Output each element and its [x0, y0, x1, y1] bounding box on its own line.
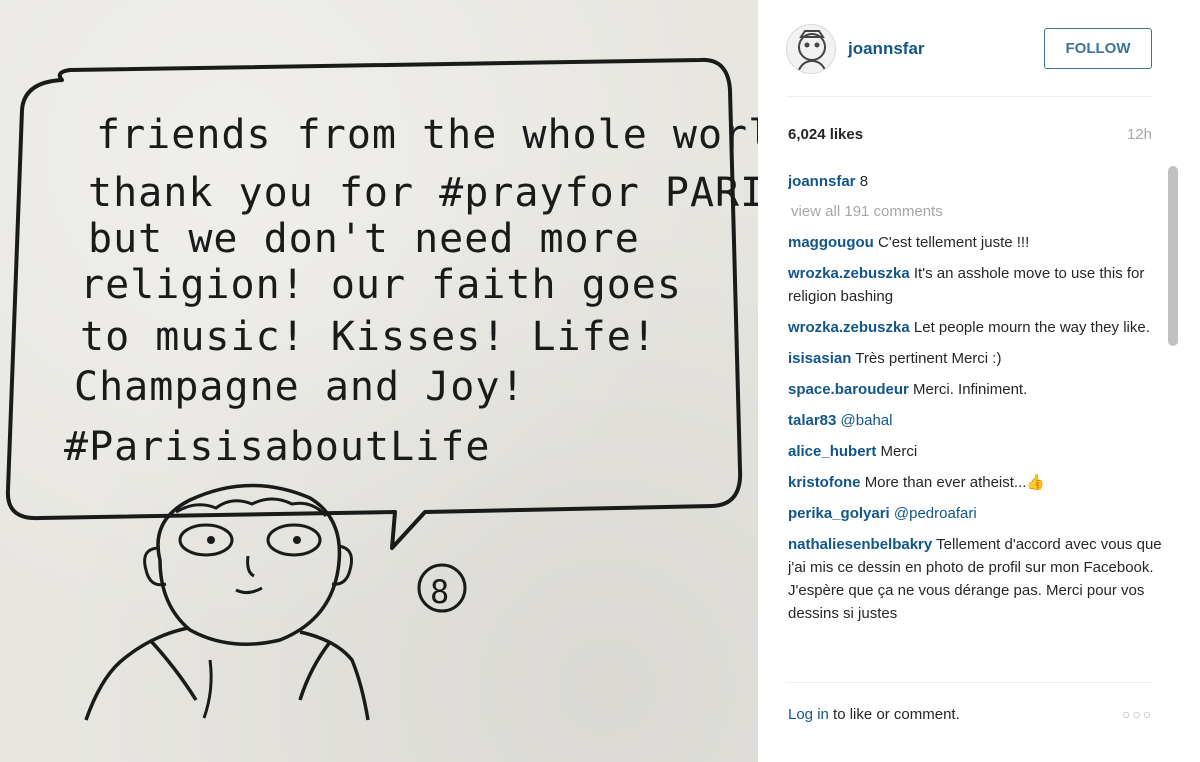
comment-item: nathaliesenbelbakry Tellement d'accord a…	[788, 533, 1164, 625]
comment-text[interactable]: @bahal	[841, 412, 893, 429]
character-eye-left	[178, 523, 234, 557]
hw-line-6: Champagne and Joy!	[74, 364, 525, 410]
login-link[interactable]: Log in	[788, 706, 829, 723]
hw-line-1: friends from the whole world,	[96, 112, 758, 158]
comment-item: talar83 @bahal	[788, 409, 1164, 432]
comment-item: isisasian Très pertinent Merci :)	[788, 347, 1164, 370]
avatar-icon[interactable]	[786, 24, 836, 74]
post-image[interactable]: friends from the whole world, thank you …	[0, 0, 758, 762]
comment-username[interactable]: wrozka.zebuszka	[788, 265, 910, 282]
post-header: joannsfar FOLLOW	[758, 0, 1200, 96]
post-side-panel: joannsfar FOLLOW 6,024 likes 12h joannsf…	[758, 0, 1200, 762]
comment-item: alice_hubert Merci	[788, 440, 1164, 463]
divider	[786, 682, 1152, 683]
comment-username[interactable]: kristofone	[788, 474, 861, 491]
comment-text: C'est tellement juste !!!	[878, 234, 1030, 251]
comment-item: wrozka.zebuszka Let people mourn the way…	[788, 316, 1164, 339]
comment-username[interactable]: space.baroudeur	[788, 381, 909, 398]
comments-scrollbar[interactable]	[1168, 166, 1178, 346]
hw-line-3: but we don't need more	[88, 216, 640, 262]
comment-username[interactable]: maggougou	[788, 234, 874, 251]
comment-text[interactable]: @pedroafari	[894, 505, 977, 522]
comment-username[interactable]: wrozka.zebuszka	[788, 319, 910, 336]
hw-line-5: to music! Kisses! Life!	[80, 314, 657, 360]
character-collar-right	[298, 640, 332, 701]
comment-text: Très pertinent Merci :)	[855, 350, 1002, 367]
character-mouth	[235, 586, 263, 595]
comment-item: perika_golyari @pedroafari	[788, 502, 1164, 525]
follow-button[interactable]: FOLLOW	[1044, 28, 1152, 69]
comment-username[interactable]: talar83	[788, 412, 836, 429]
caption: joannsfar 8	[788, 170, 1164, 193]
character-body-left	[84, 626, 189, 721]
comment-username[interactable]: alice_hubert	[788, 443, 876, 460]
view-all-comments-link[interactable]: view all 191 comments	[788, 200, 1164, 223]
login-prompt: Log in to like or comment.	[788, 706, 960, 723]
signature-number: 8	[430, 573, 450, 611]
hw-line-4: religion! our faith goes	[80, 262, 682, 308]
comment-item: maggougou C'est tellement juste !!!	[788, 231, 1164, 254]
hw-line-7: #ParisisaboutLife	[64, 424, 490, 470]
comments-list[interactable]: joannsfar 8 view all 191 comments maggou…	[788, 170, 1164, 670]
comment-item: kristofone More than ever atheist...👍	[788, 471, 1164, 494]
header-username[interactable]: joannsfar	[848, 39, 925, 59]
post-time[interactable]: 12h	[1127, 126, 1152, 143]
divider	[786, 96, 1152, 97]
comment-text: Merci. Infiniment.	[913, 381, 1028, 398]
comment-item: wrozka.zebuszka It's an asshole move to …	[788, 262, 1164, 308]
comment-username[interactable]: isisasian	[788, 350, 851, 367]
login-prompt-text: to like or comment.	[828, 706, 960, 723]
comment-text: 8	[859, 173, 869, 190]
comment-item: space.baroudeur Merci. Infiniment.	[788, 378, 1164, 401]
character-nose	[246, 555, 255, 578]
comment-text: More than ever atheist...👍	[864, 474, 1046, 491]
character-collar-left	[148, 638, 198, 701]
comment-username[interactable]: nathaliesenbelbakry	[788, 536, 932, 553]
comment-username[interactable]: joannsfar	[788, 173, 856, 190]
more-options-icon[interactable]: ○○○	[1122, 706, 1153, 722]
drawing: friends from the whole world, thank you …	[5, 57, 758, 721]
likes-count[interactable]: 6,024 likes	[788, 126, 863, 143]
comment-username[interactable]: perika_golyari	[788, 505, 890, 522]
hw-line-2: thank you for #prayfor PARIS,	[88, 170, 758, 216]
comment-text: Merci	[880, 443, 918, 460]
comment-text: Let people mourn the way they like.	[913, 319, 1150, 336]
